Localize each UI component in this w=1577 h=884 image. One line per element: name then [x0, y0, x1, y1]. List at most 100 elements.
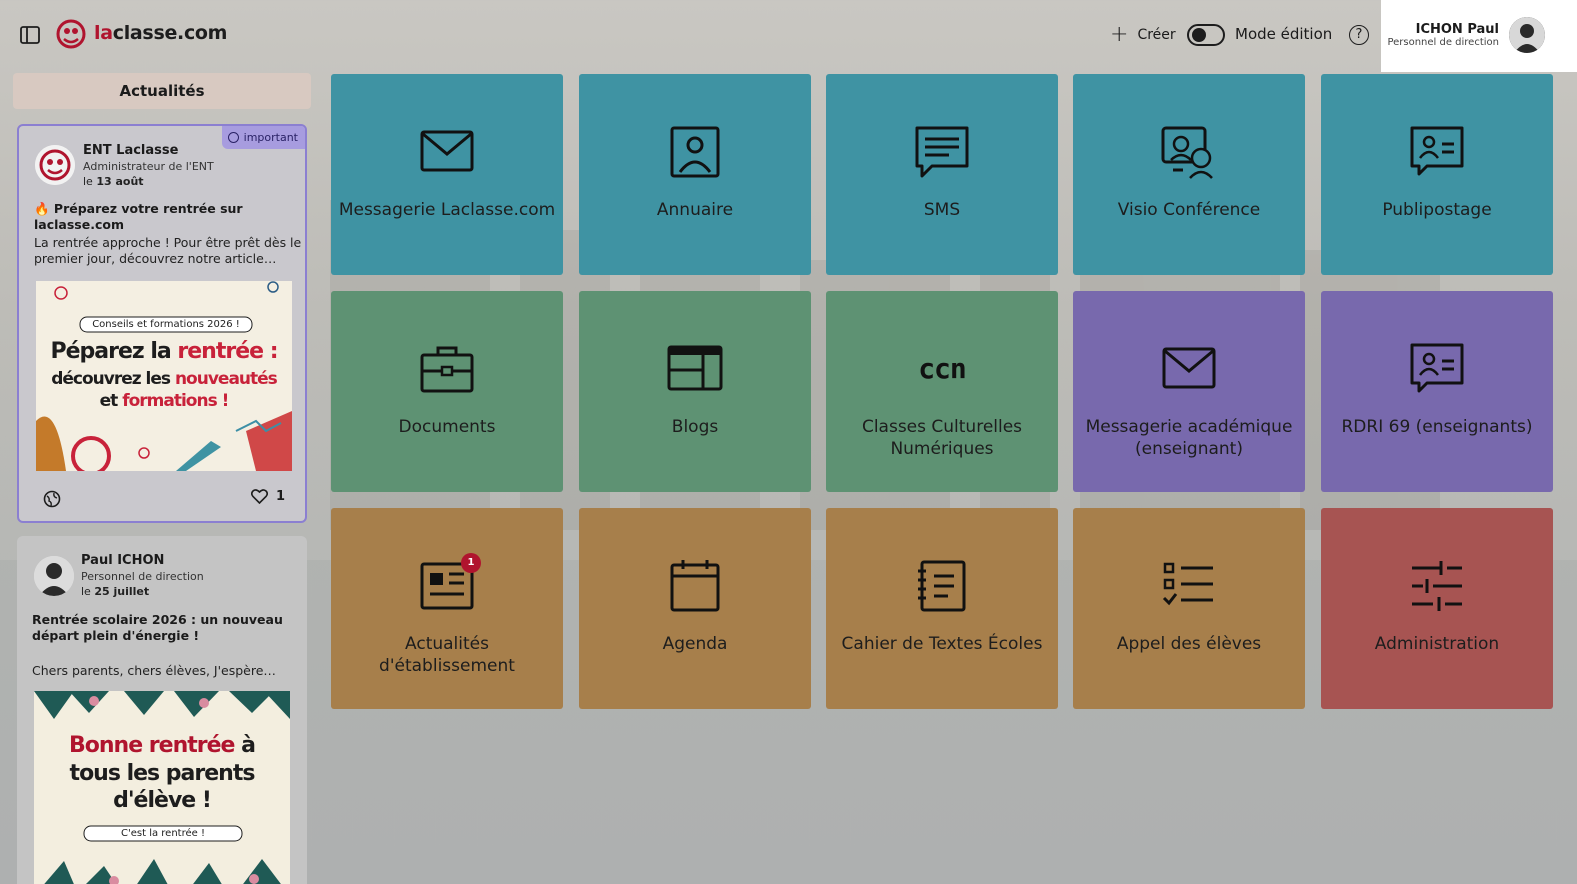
- card-author-role: Personnel de direction: [81, 570, 204, 583]
- tile-cahier-de-textes[interactable]: Cahier de Textes Écoles: [826, 508, 1058, 709]
- message-icon: [915, 126, 969, 178]
- image-headline-3: et formations !: [36, 391, 292, 411]
- tile-visio-conference[interactable]: Visio Conférence: [1073, 74, 1305, 275]
- important-badge: important: [221, 126, 305, 149]
- tile-documents[interactable]: Documents: [331, 291, 563, 492]
- tile-administration[interactable]: Administration: [1321, 508, 1553, 709]
- tile-publipostage[interactable]: Publipostage: [1321, 74, 1553, 275]
- tile-messagerie-academique[interactable]: Messagerie académique (enseignant): [1073, 291, 1305, 492]
- card-date: le 13 août: [83, 175, 144, 188]
- news-card[interactable]: important ENT Laclasse Administrateur de…: [17, 124, 307, 523]
- tile-label: SMS: [923, 200, 961, 220]
- sliders-icon: [1412, 561, 1462, 611]
- id-card-icon: [1410, 343, 1464, 393]
- tile-sms[interactable]: SMS: [826, 74, 1058, 275]
- help-icon[interactable]: ?: [1349, 25, 1369, 45]
- tile-label: Messagerie académique (enseignant): [1085, 417, 1293, 459]
- date-value: 13 août: [96, 175, 144, 188]
- contact-icon: [670, 126, 720, 178]
- notebook-icon: [918, 560, 966, 612]
- headline-1b: à: [241, 733, 256, 758]
- user-menu[interactable]: ICHON Paul Personnel de direction: [1381, 0, 1577, 72]
- author-avatar: [34, 556, 74, 596]
- news-card[interactable]: Paul ICHON Personnel de direction le 25 …: [17, 536, 307, 884]
- author-avatar: [35, 145, 75, 185]
- toggle-knob: [1192, 28, 1206, 42]
- tile-label: Messagerie Laclasse.com: [338, 200, 556, 220]
- tile-classes-culturelles[interactable]: ccn Classes Culturelles Numériques: [826, 291, 1058, 492]
- user-avatar: [1509, 17, 1545, 53]
- brand-name[interactable]: laclasse.com: [94, 22, 227, 44]
- date-value: 25 juillet: [94, 585, 150, 598]
- image-headline-2: découvrez les nouveautés: [36, 369, 292, 389]
- headline-1a: Péparez la: [50, 339, 171, 364]
- create-button[interactable]: + Créer: [1110, 24, 1176, 46]
- image-pill: Conseils et formations 2026 !: [92, 319, 240, 330]
- tile-label: Administration: [1374, 634, 1500, 654]
- news-column: Actualités important ENT Laclasse Admini…: [13, 73, 311, 884]
- card-excerpt: Chers parents, chers élèves, J'espère…: [32, 663, 276, 678]
- calendar-icon: [670, 560, 720, 612]
- mail-merge-icon: [1410, 126, 1464, 176]
- tile-rdri-69[interactable]: RDRI 69 (enseignants): [1321, 291, 1553, 492]
- user-role: Personnel de direction: [1387, 37, 1499, 48]
- tile-messagerie-laclasse[interactable]: Messagerie Laclasse.com: [331, 74, 563, 275]
- image-headline-3: d'élève !: [113, 788, 212, 813]
- notification-badge: 1: [461, 553, 481, 573]
- headline-3a: et: [99, 391, 119, 411]
- tile-label: Documents: [398, 417, 496, 437]
- card-author-role: Administrateur de l'ENT: [83, 160, 214, 173]
- card-date: le 25 juillet: [81, 585, 149, 598]
- card-image: Conseils et formations 2026 ! Péparez la…: [36, 281, 292, 471]
- tile-label: Visio Conférence: [1117, 200, 1261, 220]
- tile-label: Classes Culturelles Numériques: [861, 417, 1023, 459]
- tile-label: Agenda: [662, 634, 728, 654]
- brand-prefix: la: [94, 22, 113, 44]
- date-prefix: le: [81, 585, 91, 598]
- checklist-icon: [1162, 562, 1213, 606]
- like-button[interactable]: 1: [250, 489, 285, 504]
- globe-icon: [43, 490, 61, 508]
- headline-2b: nouveautés: [174, 369, 278, 389]
- card-image: Bonne rentrée à tous les parents d'élève…: [34, 691, 290, 884]
- info-icon: [227, 132, 239, 143]
- tile-label: RDRI 69 (enseignants): [1341, 417, 1533, 437]
- card-excerpt: La rentrée approche ! Pour être prêt dès…: [34, 235, 302, 266]
- date-prefix: le: [83, 175, 93, 188]
- sidebar-toggle-icon[interactable]: [19, 24, 41, 46]
- tile-label: Actualités d'établissement: [379, 634, 515, 676]
- tile-annuaire[interactable]: Annuaire: [579, 74, 811, 275]
- tile-actualites-etablissement[interactable]: 1 Actualités d'établissement: [331, 508, 563, 709]
- plus-icon: +: [1110, 22, 1129, 47]
- tile-blogs[interactable]: Blogs: [579, 291, 811, 492]
- tile-label: Blogs: [671, 417, 719, 437]
- card-title: 🔥 Préparez votre rentrée sur laclasse.co…: [34, 201, 243, 232]
- envelope-icon: [420, 130, 474, 172]
- card-title: Rentrée scolaire 2026 : un nouveau dépar…: [32, 612, 283, 643]
- badge-label: important: [243, 131, 298, 144]
- tile-label: Appel des élèves: [1116, 634, 1262, 654]
- news-header: Actualités: [13, 73, 311, 109]
- tile-label: Cahier de Textes Écoles: [841, 634, 1043, 654]
- laclasse-logo-icon[interactable]: [55, 17, 87, 51]
- card-author: ENT Laclasse: [83, 143, 179, 158]
- image-pill: C'est la rentrée !: [121, 828, 205, 839]
- layout-icon: [667, 345, 723, 391]
- image-headline-1: Péparez la rentrée :: [36, 339, 292, 364]
- edit-mode-toggle[interactable]: [1187, 24, 1225, 46]
- headline-2a: découvrez les: [51, 369, 171, 389]
- tile-appel-des-eleves[interactable]: Appel des élèves: [1073, 508, 1305, 709]
- user-name: ICHON Paul: [1415, 22, 1499, 37]
- card-author: Paul ICHON: [81, 553, 165, 568]
- tile-agenda[interactable]: Agenda: [579, 508, 811, 709]
- edit-mode-label: Mode édition: [1235, 25, 1333, 43]
- create-label: Créer: [1137, 27, 1176, 43]
- briefcase-icon: [420, 346, 474, 393]
- brand-suffix: classe.com: [112, 22, 228, 44]
- like-count: 1: [275, 489, 285, 504]
- video-meeting-icon: [1161, 126, 1213, 179]
- heart-icon: [250, 489, 268, 504]
- image-headline-1: Bonne rentrée à: [34, 733, 290, 758]
- headline-1a: Bonne rentrée: [69, 733, 235, 758]
- top-bar: laclasse.com + Créer Mode édition ? ICHO…: [0, 0, 1577, 72]
